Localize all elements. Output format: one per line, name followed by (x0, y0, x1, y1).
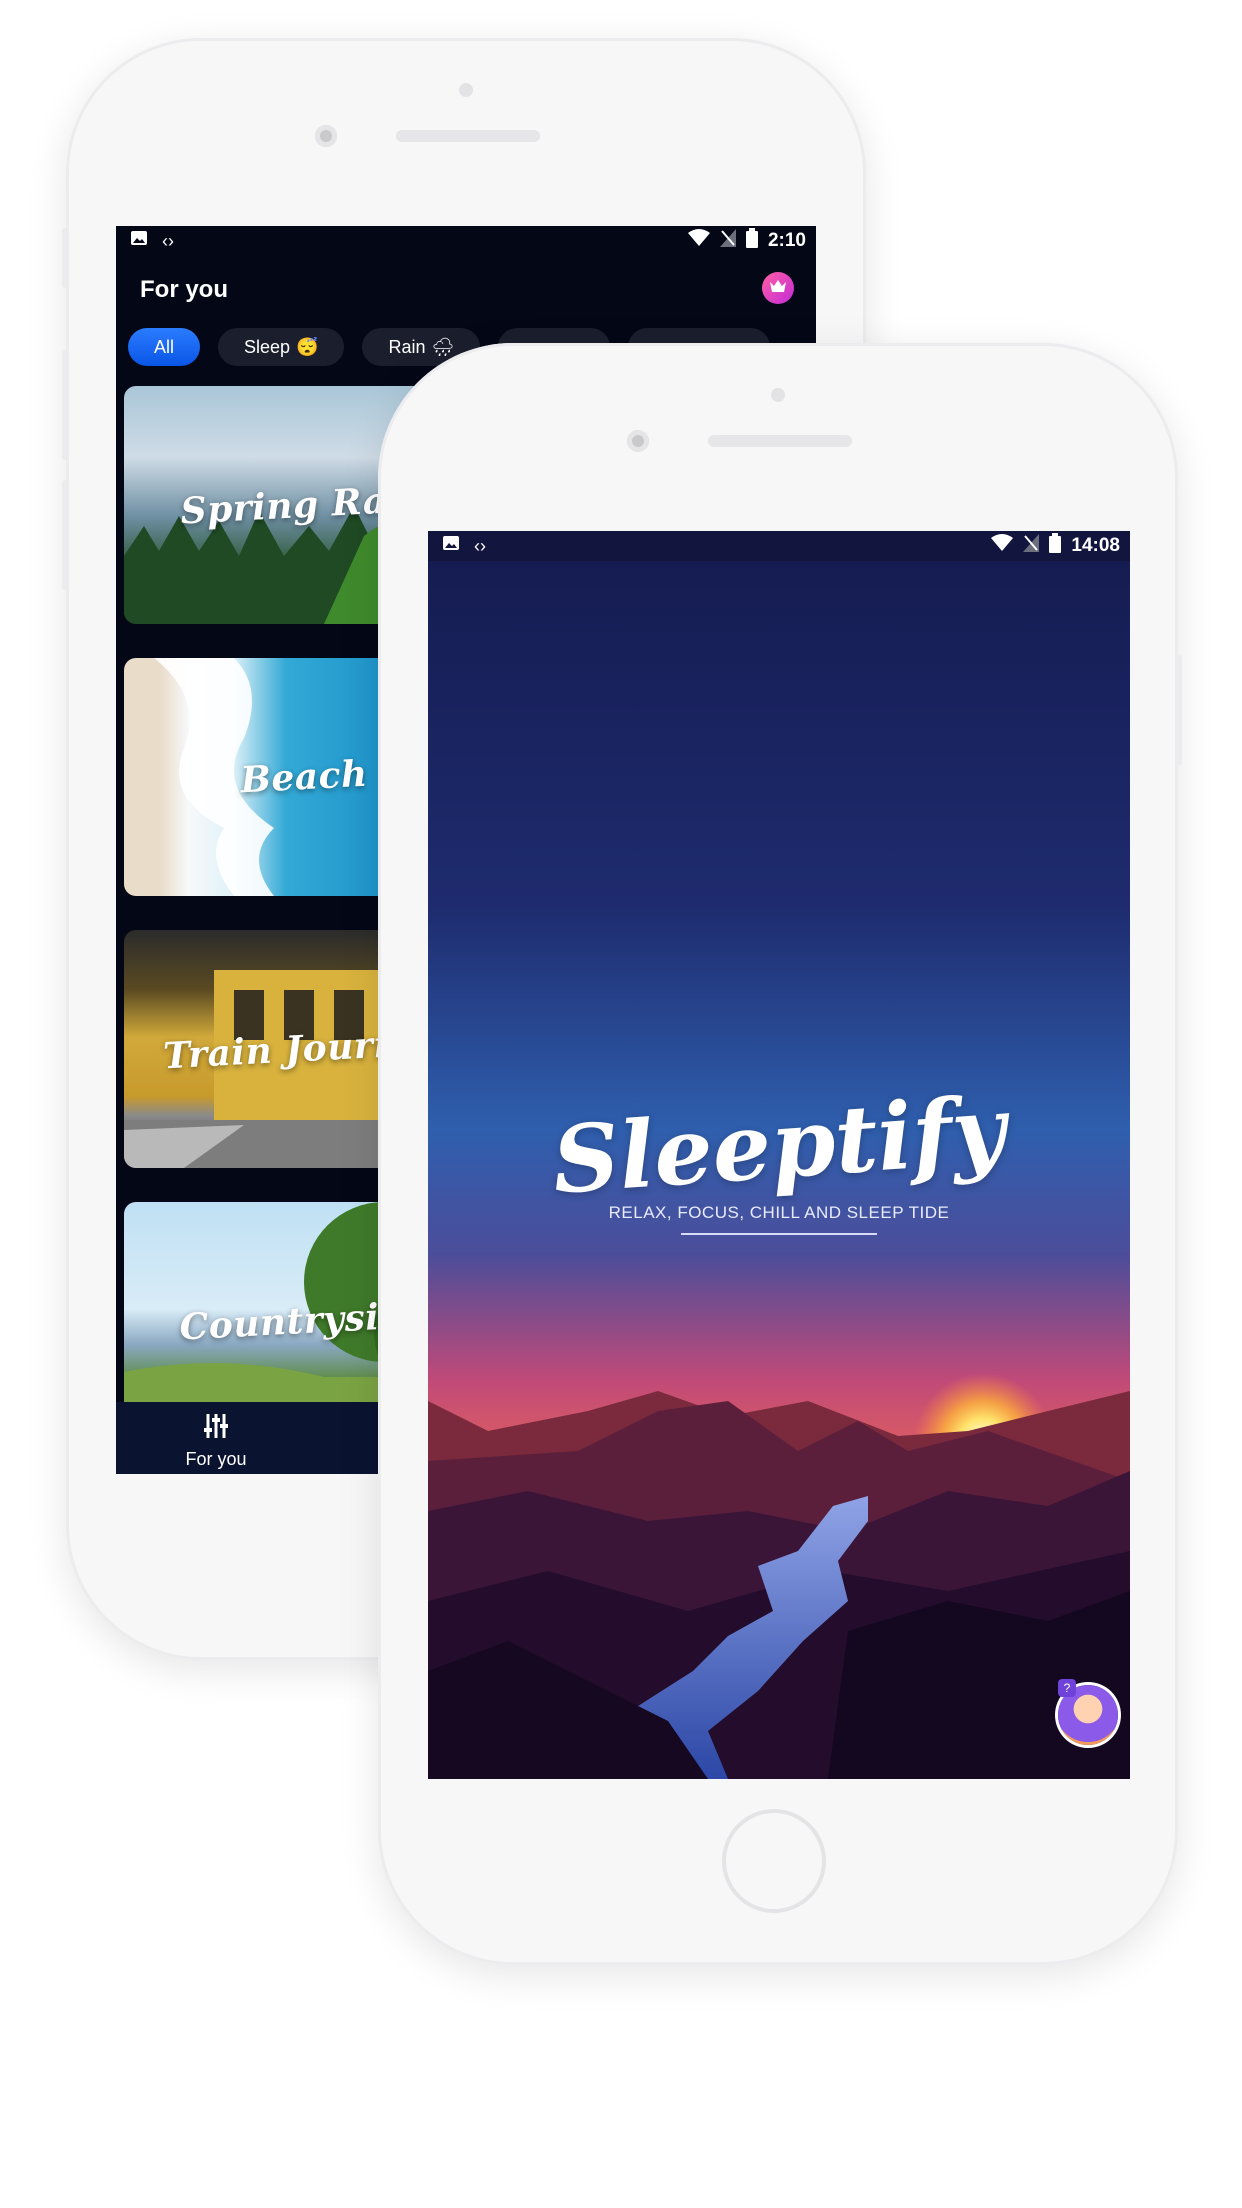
splash-screen: ‹› 14:08 Sleeptify RELAX, FOCUS, CHILL A… (428, 531, 1130, 1779)
proximity-sensor (459, 83, 473, 97)
earpiece-speaker (708, 435, 852, 447)
front-camera (627, 430, 649, 452)
battery-icon (1049, 533, 1062, 559)
front-phone-side-button (1176, 655, 1182, 765)
filter-chip-all[interactable]: All (128, 328, 201, 366)
nav-item-for-you[interactable]: For you (116, 1402, 316, 1470)
app-tagline: RELAX, FOCUS, CHILL AND SLEEP TIDE (608, 1203, 950, 1222)
filter-chip-sleep[interactable]: Sleep 😴 (218, 328, 345, 366)
wifi-icon (991, 534, 1014, 558)
code-icon: ‹› (474, 535, 486, 556)
home-button[interactable] (722, 1809, 826, 1913)
sliders-icon (202, 1412, 230, 1445)
status-bar: ‹› 2:10 (116, 226, 816, 256)
premium-button[interactable] (762, 272, 794, 304)
status-bar: ‹› 14:08 (428, 531, 1130, 561)
back-phone-side-button (62, 480, 68, 590)
status-time: 14:08 (1071, 535, 1120, 556)
image-icon (130, 229, 148, 253)
page-title: For you (140, 276, 228, 303)
back-phone-side-button (62, 228, 68, 288)
back-phone-side-button (62, 350, 68, 460)
sleep-emoji-icon: 😴 (296, 336, 319, 357)
filter-chip-label: Sleep (244, 336, 291, 357)
filter-chip-label: All (154, 336, 175, 357)
no-signal-icon (1023, 534, 1040, 558)
tagline-underline (681, 1233, 877, 1235)
crown-icon (769, 278, 787, 299)
filter-chip-label: Rain (388, 336, 426, 357)
rain-emoji-icon: 🌧 (431, 336, 455, 357)
proximity-sensor (771, 388, 785, 402)
earpiece-speaker (396, 130, 540, 142)
no-signal-icon (719, 229, 736, 253)
front-phone-frame: ‹› 14:08 Sleeptify RELAX, FOCUS, CHILL A… (378, 343, 1178, 1965)
help-badge: ? (1058, 1679, 1076, 1697)
code-icon: ‹› (162, 230, 174, 251)
wifi-icon (687, 229, 710, 253)
status-time: 2:10 (767, 230, 806, 251)
front-camera (315, 125, 337, 147)
image-icon (442, 534, 460, 558)
battery-icon (745, 228, 758, 254)
nav-item-label: For you (185, 1449, 247, 1469)
